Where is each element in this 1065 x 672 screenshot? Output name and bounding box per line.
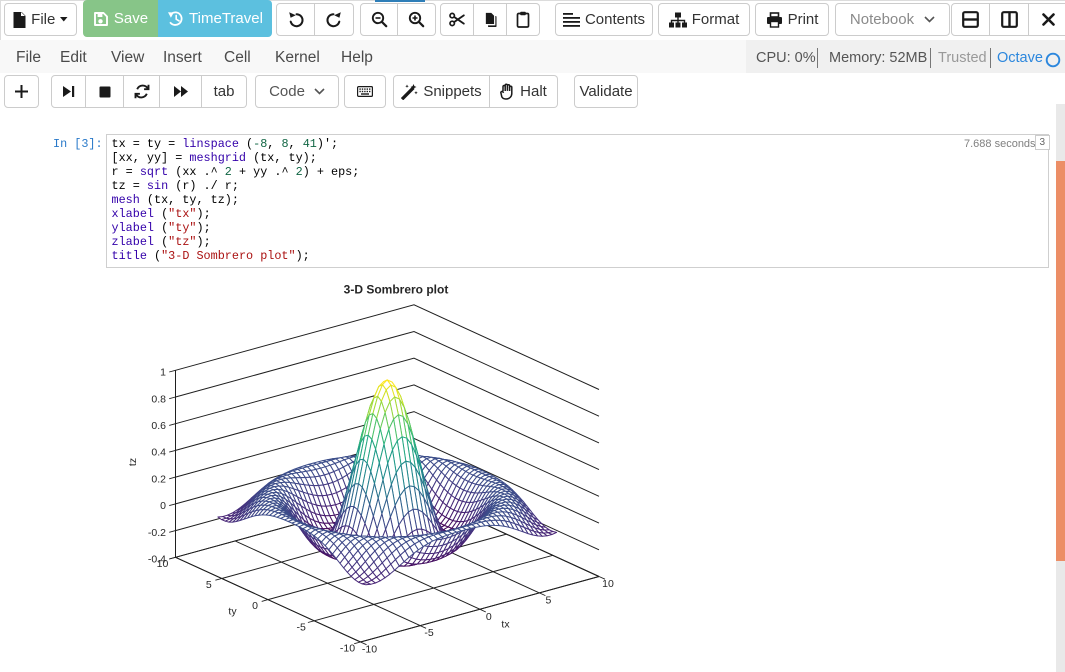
svg-text:0.4: 0.4 <box>151 447 166 459</box>
svg-text:0: 0 <box>486 611 492 623</box>
svg-text:-10: -10 <box>362 644 377 656</box>
svg-text:10: 10 <box>602 578 614 590</box>
svg-text:tx: tx <box>501 619 510 631</box>
svg-text:0: 0 <box>160 500 166 512</box>
svg-text:5: 5 <box>545 594 551 606</box>
svg-text:0: 0 <box>252 600 258 612</box>
svg-text:-5: -5 <box>297 621 306 633</box>
svg-text:ty: ty <box>228 606 237 618</box>
svg-text:0.2: 0.2 <box>151 473 166 485</box>
svg-text:tz: tz <box>127 458 139 466</box>
svg-text:5: 5 <box>206 579 212 591</box>
svg-text:-10: -10 <box>340 643 355 655</box>
svg-text:10: 10 <box>157 558 169 570</box>
svg-text:-0.2: -0.2 <box>148 527 166 539</box>
svg-text:0.6: 0.6 <box>151 420 166 432</box>
svg-text:-5: -5 <box>424 627 433 639</box>
svg-text:1: 1 <box>160 367 166 379</box>
svg-text:3-D Sombrero plot: 3-D Sombrero plot <box>344 283 449 297</box>
svg-text:-0.4: -0.4 <box>148 554 166 566</box>
svg-text:0.8: 0.8 <box>151 393 166 405</box>
